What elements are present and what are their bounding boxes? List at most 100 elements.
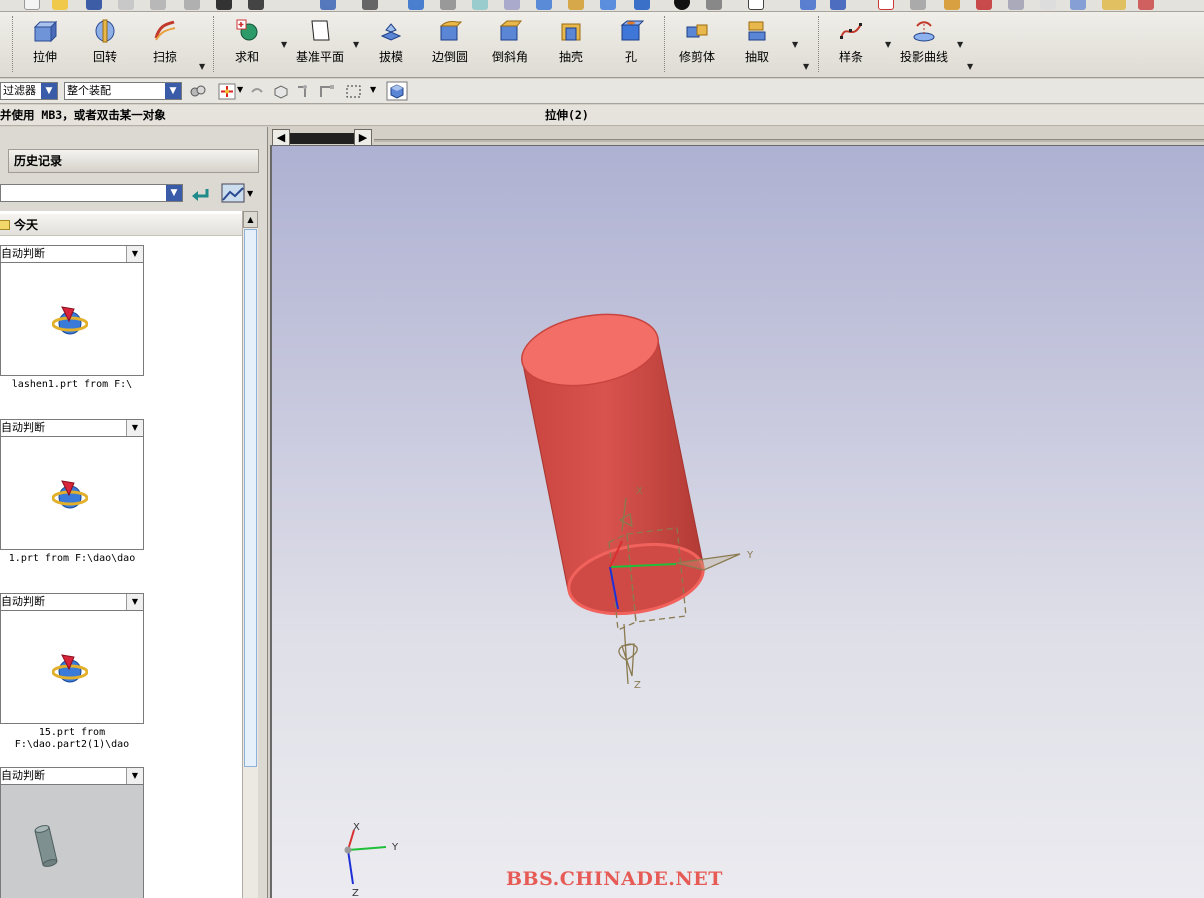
general-selection-filter-icon[interactable] xyxy=(189,83,207,100)
view-options-icon[interactable]: ▼ xyxy=(220,182,254,204)
part-tab[interactable] xyxy=(290,133,354,144)
paste-icon[interactable] xyxy=(184,0,200,10)
camera-icon[interactable] xyxy=(674,0,690,10)
tab-scroll-right-button[interactable]: ▶ xyxy=(354,129,372,146)
entry-thumbnail[interactable] xyxy=(0,262,144,376)
blank-icon[interactable] xyxy=(748,0,764,10)
copy-icon[interactable] xyxy=(150,0,166,10)
group1-dropdown[interactable]: ▼ xyxy=(199,62,205,71)
select-body-icon[interactable] xyxy=(272,83,290,100)
open-file-icon[interactable] xyxy=(52,0,68,10)
model-view[interactable]: X Y Z xyxy=(272,146,1204,898)
triad-x-label: X xyxy=(353,822,360,833)
draft-button[interactable]: 拔模 xyxy=(376,18,406,74)
rotate-icon[interactable] xyxy=(536,0,552,10)
delete-icon[interactable] xyxy=(216,0,232,10)
tab-scroll-left-button[interactable]: ◀ xyxy=(272,129,290,146)
chamfer-icon xyxy=(499,20,523,41)
curve-icon[interactable] xyxy=(910,0,926,10)
measure-icon[interactable] xyxy=(976,0,992,10)
entry-caption: 1.prt from F:\dao\dao xyxy=(8,553,136,564)
entry-mode-select[interactable]: 自动判断 ▼ xyxy=(0,767,144,785)
fit-icon[interactable] xyxy=(408,0,424,10)
revolve-button[interactable]: 回转 xyxy=(90,18,120,74)
triad-z-label: Z xyxy=(352,888,359,898)
select-curve-icon[interactable] xyxy=(318,83,336,100)
group-today[interactable]: 今天 xyxy=(0,214,242,236)
extract-button[interactable]: 抽取 xyxy=(742,18,772,74)
unite-dropdown[interactable]: ▼ xyxy=(281,40,287,49)
graphics-tab-strip: ◀ ▶ xyxy=(270,127,1204,146)
edge-blend-button[interactable]: 边倒圆 xyxy=(431,18,469,74)
back-arrow-icon[interactable] xyxy=(189,183,211,205)
drafting-icon[interactable] xyxy=(1138,0,1154,10)
toolbar-grip[interactable] xyxy=(12,16,14,72)
csys-x-label: X xyxy=(636,486,643,497)
rectangle-select-icon[interactable] xyxy=(345,83,363,100)
render-icon[interactable] xyxy=(362,0,378,10)
extrude-button[interactable]: 拉伸 xyxy=(28,18,62,74)
pan-icon[interactable] xyxy=(504,0,520,10)
group2-dropdown[interactable]: ▼ xyxy=(803,62,809,71)
snap-point-icon[interactable] xyxy=(218,83,236,100)
history-scrollbar[interactable]: ▲ xyxy=(242,211,258,898)
shell-button[interactable]: 抽壳 xyxy=(556,18,586,74)
project-curve-dropdown[interactable]: ▼ xyxy=(957,40,963,49)
analysis-icon[interactable] xyxy=(944,0,960,10)
entry-mode-select[interactable]: 自动判断 ▼ xyxy=(0,419,144,437)
selection-scope-select[interactable]: 整个装配 ▼ xyxy=(64,82,182,100)
type-filter-select[interactable]: 过滤器 ▼ xyxy=(0,82,58,100)
view-triad: X Y Z xyxy=(344,822,399,898)
zoom-icon[interactable] xyxy=(440,0,456,10)
view-icon[interactable] xyxy=(320,0,336,10)
datum-plane-button[interactable]: 基准平面 xyxy=(294,18,346,74)
perspective-icon[interactable] xyxy=(568,0,584,10)
history-title[interactable]: 历史记录 xyxy=(8,149,259,173)
entry-thumbnail[interactable] xyxy=(0,610,144,724)
hole-button[interactable]: 孔 xyxy=(616,18,646,74)
entry-thumbnail[interactable] xyxy=(0,436,144,550)
wireframe-icon[interactable] xyxy=(634,0,650,10)
show-hide-icon[interactable] xyxy=(386,81,408,101)
undo-icon[interactable] xyxy=(248,0,264,10)
spline-button[interactable]: 样条 xyxy=(836,18,866,74)
shaded-icon[interactable] xyxy=(600,0,616,10)
ruler-icon[interactable] xyxy=(1102,0,1126,10)
scroll-up-button[interactable]: ▲ xyxy=(243,211,258,228)
extract-dropdown[interactable]: ▼ xyxy=(792,40,798,49)
snap-dropdown-icon[interactable]: ▼ xyxy=(237,85,243,94)
sweep-button[interactable]: 扫掠 xyxy=(150,18,180,74)
entry-mode-select[interactable]: 自动判断 ▼ xyxy=(0,245,144,263)
tools-icon[interactable] xyxy=(1070,0,1086,10)
scroll-thumb[interactable] xyxy=(244,229,257,767)
new-file-icon[interactable] xyxy=(24,0,40,10)
pointer-icon[interactable] xyxy=(1040,0,1056,10)
datum-dropdown[interactable]: ▼ xyxy=(353,40,359,49)
info-icon[interactable] xyxy=(1008,0,1024,10)
cylinder-thumbnail-icon xyxy=(34,825,58,867)
layer-icon[interactable] xyxy=(706,0,722,10)
trim-body-button[interactable]: 修剪体 xyxy=(678,18,716,74)
cue-line: 并使用 MB3，或者双击某一对象 拉伸(2) xyxy=(0,105,1204,126)
cut-icon[interactable] xyxy=(118,0,134,10)
group3-dropdown[interactable]: ▼ xyxy=(967,62,973,71)
chamfer-button[interactable]: 倒斜角 xyxy=(491,18,529,74)
select-feature-icon[interactable] xyxy=(295,83,313,100)
history-panel: 历史记录 ▼ ▼ 今天 自动判断 ▼ lashen1.prt from F:\ … xyxy=(0,127,268,898)
graphics-window[interactable]: X Y Z X Y Z BBS.CHINADE.NET xyxy=(270,145,1204,898)
entry-thumbnail[interactable] xyxy=(0,784,144,898)
project-curve-button[interactable]: 投影曲线 xyxy=(898,18,950,74)
select-icon[interactable] xyxy=(800,0,816,10)
watermark: BBS.CHINADE.NET xyxy=(506,868,723,890)
history-filter-select[interactable]: ▼ xyxy=(0,184,183,202)
sketch-icon[interactable] xyxy=(878,0,894,10)
zoom-window-icon[interactable] xyxy=(472,0,488,10)
save-icon[interactable] xyxy=(86,0,102,10)
snap-icon[interactable] xyxy=(830,0,846,10)
unite-button[interactable]: 求和 xyxy=(232,18,262,74)
entry-mode-select[interactable]: 自动判断 ▼ xyxy=(0,593,144,611)
rectangle-select-dropdown-icon[interactable]: ▼ xyxy=(370,85,376,94)
datum-plane-icon xyxy=(311,20,330,41)
undo-selection-icon[interactable] xyxy=(248,83,266,100)
spline-dropdown[interactable]: ▼ xyxy=(885,40,891,49)
